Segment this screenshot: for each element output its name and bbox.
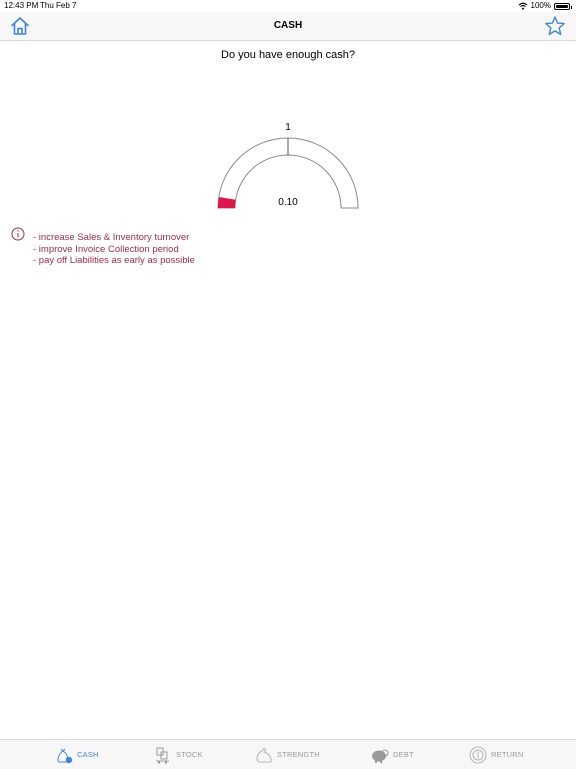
status-indicators: 100% [518,0,572,12]
tip-item: - pay off Liabilities as early as possib… [33,255,195,266]
tab-debt-label: DEBT [393,750,414,759]
stock-cart-icon [156,747,169,764]
info-icon [11,227,25,241]
status-date: Thu Feb 7 [40,1,77,10]
page-title: CASH [273,20,303,31]
navigation-bar: CASH [0,12,576,41]
return-coin-icon [469,746,487,763]
strength-arm-icon [256,746,272,762]
debt-piggy-icon [372,749,389,763]
tip-item: - increase Sales & Inventory turnover [33,232,190,243]
status-time: 12:43 PM [4,1,39,10]
tab-stock-label: STOCK [176,750,203,759]
tab-bar: CASH STOCK STRENGTH DEBT RETURN [0,739,576,769]
status-bar: 12:43 PM Thu Feb 7 100% [0,0,576,12]
tab-strength-label: STRENGTH [277,750,320,759]
favorite-button[interactable] [544,15,566,37]
tips-list: - increase Sales & Inventory turnover - … [33,232,195,267]
cash-bag-icon [57,748,73,763]
tip-item: - improve Invoice Collection period [33,243,179,255]
tab-debt[interactable]: DEBT [370,740,414,769]
battery-percent: 100% [530,1,551,10]
tab-return-label: RETURN [491,750,524,759]
star-icon [545,16,565,36]
battery-icon [554,2,572,10]
question-text: Do you have enough cash? [221,49,355,61]
tab-strength[interactable]: STRENGTH [254,740,320,769]
tab-return[interactable]: RETURN [468,740,523,769]
tab-cash[interactable]: CASH [54,740,99,769]
wifi-icon [518,2,527,10]
tab-stock[interactable]: STOCK [153,740,203,769]
gauge-value-label: 0.10 [278,197,298,208]
tab-cash-label: CASH [77,750,99,759]
